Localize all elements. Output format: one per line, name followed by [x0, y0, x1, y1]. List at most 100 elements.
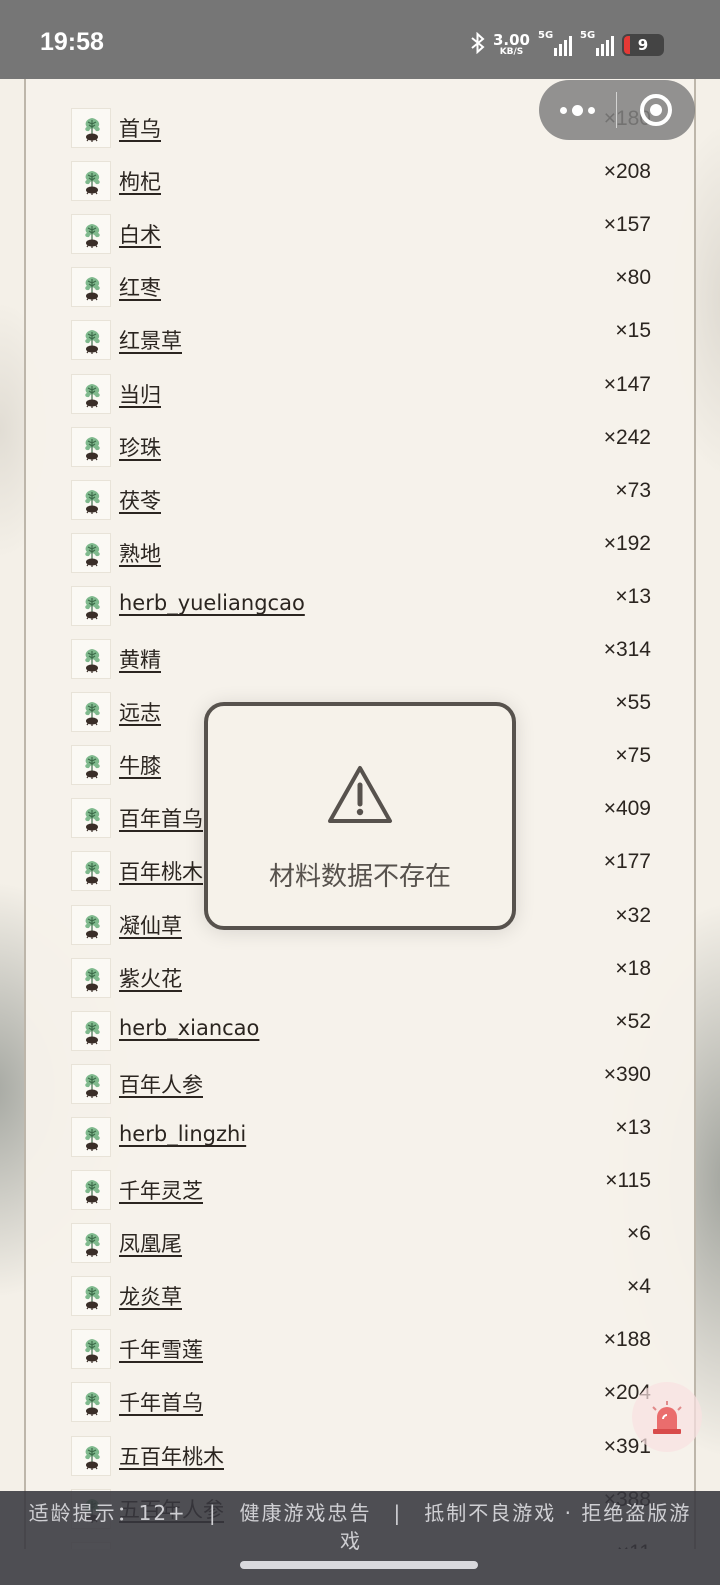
material-name-link[interactable]: 紫火花 — [114, 963, 182, 993]
material-quantity: ×75 — [615, 744, 651, 768]
material-name-link[interactable]: 枸杞 — [114, 166, 161, 196]
herb-icon — [85, 277, 100, 302]
material-name-link[interactable]: herb_yueliangcao — [114, 591, 305, 615]
material-row[interactable]: herb_yueliangcao ×13 — [26, 571, 694, 626]
material-quantity: ×4 — [627, 1275, 651, 1299]
material-row[interactable]: 凤凰尾 ×6 — [26, 1208, 694, 1264]
material-row[interactable]: herb_xiancao ×52 — [26, 996, 694, 1051]
material-thumbnail — [71, 957, 111, 998]
material-row[interactable]: 茯苓 ×73 — [26, 465, 694, 520]
material-thumbnail — [71, 214, 111, 255]
material-name-link[interactable]: herb_xiancao — [114, 1016, 259, 1040]
material-thumbnail — [71, 1223, 111, 1264]
material-name-link[interactable]: 千年灵芝 — [114, 1175, 203, 1205]
herb-icon — [85, 1180, 100, 1204]
material-quantity: ×188 — [603, 1328, 651, 1352]
material-name-link[interactable]: 凤凰尾 — [114, 1228, 182, 1258]
herb-icon — [85, 755, 100, 780]
material-thumbnail — [71, 745, 111, 786]
material-name-link[interactable]: 远志 — [114, 697, 161, 727]
material-row[interactable]: 红枣 ×80 — [26, 252, 694, 308]
herb-icon — [85, 542, 100, 567]
material-row[interactable]: 百年人参 ×390 — [26, 1049, 694, 1104]
material-thumbnail — [71, 479, 111, 520]
herb-icon — [85, 967, 100, 992]
material-quantity: ×208 — [603, 160, 651, 184]
material-name-link[interactable]: 红景草 — [114, 325, 182, 355]
toast-message: 材料数据不存在 — [268, 862, 451, 892]
material-thumbnail — [71, 1435, 111, 1476]
material-quantity: ×6 — [627, 1222, 651, 1246]
more-options-icon[interactable] — [539, 104, 616, 116]
material-row[interactable]: 千年首乌 ×204 — [26, 1367, 694, 1423]
material-row[interactable]: 紫火花 ×18 — [26, 943, 694, 998]
material-thumbnail — [71, 904, 111, 945]
alarm-button[interactable] — [632, 1382, 702, 1452]
material-name-link[interactable]: 珍珠 — [114, 432, 161, 462]
material-thumbnail — [71, 373, 111, 414]
material-quantity: ×157 — [603, 213, 651, 237]
herb-icon — [85, 383, 100, 408]
material-quantity: ×55 — [615, 691, 651, 715]
material-quantity: ×409 — [603, 797, 651, 821]
herb-icon — [85, 595, 100, 620]
material-name-link[interactable]: 龙炎草 — [114, 1281, 182, 1311]
health-notice-banner: 适龄提示：12+ | 健康游戏忠告 | 抵制不良游戏 · 拒绝盗版游 戏 — [0, 1491, 720, 1585]
material-thumbnail — [71, 426, 111, 467]
material-row[interactable]: 五百年桃木 ×391 — [26, 1421, 694, 1476]
material-name-link[interactable]: 千年雪莲 — [114, 1334, 203, 1364]
material-name-link[interactable]: herb_lingzhi — [114, 1122, 246, 1146]
material-row[interactable]: 熟地 ×192 — [26, 518, 694, 573]
material-name-link[interactable]: 百年人参 — [114, 1069, 203, 1099]
herb-icon — [85, 171, 100, 196]
material-name-link[interactable]: 首乌 — [114, 113, 161, 143]
material-row[interactable]: 枸杞 ×208 — [26, 146, 694, 202]
error-toast: 材料数据不存在 — [204, 702, 516, 930]
herb-icon — [85, 489, 100, 514]
herb-icon — [85, 1126, 100, 1151]
material-name-link[interactable]: 白术 — [114, 219, 161, 249]
material-row[interactable]: 千年灵芝 ×115 — [26, 1155, 694, 1210]
material-quantity: ×73 — [615, 478, 651, 502]
net-speed: 3.00 KB/S — [492, 31, 530, 57]
material-row[interactable]: 龙炎草 ×4 — [26, 1261, 694, 1317]
status-time: 19:58 — [40, 28, 104, 56]
material-name-link[interactable]: 黄精 — [114, 644, 161, 674]
material-thumbnail — [71, 1329, 111, 1370]
material-row[interactable]: 千年雪莲 ×188 — [26, 1314, 694, 1370]
material-name-link[interactable]: 茯苓 — [114, 485, 161, 515]
material-quantity: ×13 — [615, 584, 651, 608]
material-name-link[interactable]: 百年桃木 — [114, 856, 203, 886]
material-row[interactable]: 红景草 ×15 — [26, 305, 694, 361]
material-row[interactable]: 当归 ×147 — [26, 359, 694, 414]
close-miniprogram-button[interactable] — [617, 94, 695, 126]
home-indicator[interactable] — [240, 1561, 478, 1569]
material-quantity: ×147 — [603, 372, 651, 396]
material-thumbnail — [71, 1116, 111, 1157]
material-name-link[interactable]: 五百年桃木 — [114, 1441, 224, 1471]
material-thumbnail — [71, 1010, 111, 1051]
material-thumbnail — [71, 639, 111, 679]
material-name-link[interactable]: 百年首乌 — [114, 803, 203, 833]
material-thumbnail — [71, 267, 111, 308]
material-thumbnail — [71, 585, 111, 626]
herb-icon — [85, 330, 100, 355]
material-name-link[interactable]: 当归 — [114, 379, 161, 409]
material-row[interactable]: 白术 ×157 — [26, 199, 694, 255]
material-row[interactable]: 黄精 ×314 — [26, 624, 694, 679]
material-name-link[interactable]: 千年首乌 — [114, 1387, 203, 1417]
herb-icon — [85, 118, 100, 142]
material-quantity: ×80 — [615, 266, 651, 290]
material-name-link[interactable]: 凝仙草 — [114, 910, 182, 940]
material-thumbnail — [71, 532, 111, 573]
material-name-link[interactable]: 红枣 — [114, 272, 161, 302]
material-row[interactable]: 珍珠 ×242 — [26, 412, 694, 467]
herb-icon — [85, 1392, 100, 1417]
material-name-link[interactable]: 牛膝 — [114, 750, 161, 780]
material-row[interactable]: herb_lingzhi ×13 — [26, 1102, 694, 1157]
miniprogram-capsule — [539, 80, 695, 140]
material-thumbnail — [71, 1063, 111, 1104]
material-quantity: ×52 — [615, 1009, 651, 1033]
material-name-link[interactable]: 熟地 — [114, 538, 161, 568]
herb-icon — [85, 649, 100, 673]
